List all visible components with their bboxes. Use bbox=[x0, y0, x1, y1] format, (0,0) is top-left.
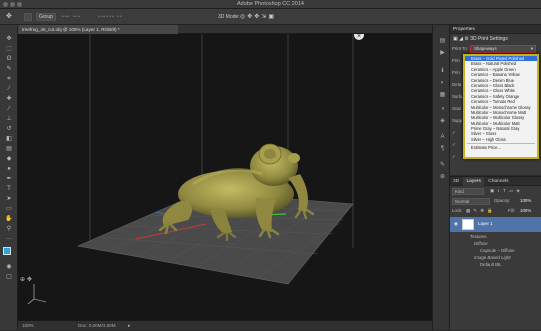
group-select-label: Group bbox=[39, 14, 53, 20]
properties-icon[interactable]: ◐ bbox=[438, 79, 447, 87]
zoom-tool-icon[interactable]: ⚲ bbox=[4, 225, 14, 234]
opacity-label: Opacity: bbox=[494, 198, 511, 203]
tools-panel: ✥ ⬚ ʘ ✎ ⌗ ⁄ ✚ ∕ ⊥ ↺ ◧ ▤ ◆ ● ✒ T ➤ ▭ ✋ ⚲ … bbox=[0, 25, 18, 330]
fill-value[interactable]: 100% bbox=[520, 208, 531, 214]
eraser-tool-icon[interactable]: ◧ bbox=[4, 135, 14, 144]
document-tab-label: treefrog_45_cut.obj @ 100% (Layer 1, RGB… bbox=[22, 27, 120, 32]
blend-mode-value: Normal bbox=[455, 199, 470, 204]
3d-panel-icons[interactable]: ▣ ◢ ⚙ bbox=[453, 36, 470, 42]
brush-tool-icon[interactable]: ∕ bbox=[4, 105, 14, 114]
material-option[interactable]: Silver – High Gloss bbox=[465, 137, 537, 142]
layer-thumbnail bbox=[462, 219, 474, 230]
chevron-down-icon: ▾ bbox=[530, 46, 533, 51]
print-to-value: Shapeways bbox=[474, 46, 497, 51]
foreground-color-swatch[interactable] bbox=[3, 247, 11, 255]
marquee-tool-icon[interactable]: ⬚ bbox=[4, 45, 14, 54]
distribute-icons[interactable]: ▫▫▫▫▫▫ ▫▫ bbox=[98, 12, 123, 22]
3d-axis-widget[interactable] bbox=[27, 284, 47, 305]
dropdown-divider bbox=[467, 143, 535, 145]
3d-mode-tools[interactable]: ◎✥✥⇲▣ bbox=[240, 12, 276, 22]
textures-item: Textures bbox=[470, 234, 487, 239]
layer-filter-select[interactable]: Kind bbox=[452, 188, 484, 195]
brushes-icon[interactable]: ✎ bbox=[438, 161, 447, 169]
pen-tool-icon[interactable]: ✒ bbox=[4, 175, 14, 184]
layers-tab-bar: 3D Layers Channels bbox=[450, 177, 541, 186]
3d-camera-tools-icon: ⊕ ✥ bbox=[20, 276, 32, 283]
print-to-select[interactable]: Shapeways ▾ bbox=[470, 45, 536, 53]
status-bar: 100% Doc: 0.00M/4.00M ▸ bbox=[18, 320, 432, 330]
path-select-tool-icon[interactable]: ➤ bbox=[4, 195, 14, 204]
adjustments-icon[interactable]: ◑ bbox=[438, 105, 447, 113]
material-dropdown[interactable]: Brass – Gold Plated Polished Brass – Nat… bbox=[463, 54, 539, 159]
eyedropper-tool-icon[interactable]: ⁄ bbox=[4, 85, 14, 94]
styles-icon[interactable]: ◈ bbox=[438, 117, 447, 125]
align-icons[interactable]: ▫▫▫ ▫▫▫ bbox=[62, 12, 81, 22]
layer-filter-label: Kind bbox=[455, 189, 464, 194]
lock-icons[interactable]: ▦ ✎ ✥ 🔒 bbox=[466, 208, 494, 214]
actions-icon[interactable]: ▶ bbox=[438, 49, 447, 57]
more-tools-icon[interactable]: ··· bbox=[4, 235, 14, 244]
capsule-diffuse-item[interactable]: Capsule – Diffuse bbox=[480, 248, 515, 254]
move-tool-icon[interactable]: ✥ bbox=[4, 35, 14, 44]
app-title: Adobe Photoshop CC 2014 bbox=[237, 1, 304, 7]
tab-channels[interactable]: Channels bbox=[485, 177, 511, 186]
info-icon[interactable]: ℹ bbox=[438, 67, 447, 75]
clone-stamp-tool-icon[interactable]: ⊥ bbox=[4, 115, 14, 124]
estimate-price-option[interactable]: Estimate Price... bbox=[465, 145, 537, 150]
blend-mode-select[interactable]: Normal bbox=[452, 198, 490, 205]
layer-name[interactable]: Layer 1 bbox=[478, 221, 493, 227]
tab-3d[interactable]: 3D bbox=[450, 177, 462, 186]
print-to-label: Print To: bbox=[452, 46, 469, 51]
3d-mode-label: 3D Mode: bbox=[218, 14, 240, 20]
lock-label: Lock: bbox=[452, 208, 463, 213]
blur-tool-icon[interactable]: ◆ bbox=[4, 155, 14, 164]
properties-title: Properties bbox=[453, 27, 475, 32]
image-based-light-item: Image Based Light bbox=[474, 255, 511, 260]
paragraph-icon[interactable]: ¶ bbox=[438, 145, 447, 153]
print-settings-row: ▣ ◢ ⚙ 3D Print Settings bbox=[453, 36, 508, 42]
history-brush-tool-icon[interactable]: ↺ bbox=[4, 125, 14, 134]
title-bar: Adobe Photoshop CC 2014 bbox=[0, 0, 541, 9]
options-bar: ✥ Group ▫▫▫ ▫▫▫ ▫▫▫▫▫▫ ▫▫ 3D Mode: ◎✥✥⇲▣ bbox=[0, 9, 541, 25]
print-settings-title: 3D Print Settings bbox=[470, 36, 508, 42]
default-ibl-item[interactable]: Default IBL bbox=[480, 262, 502, 268]
diffuse-item: Diffuse bbox=[474, 241, 488, 246]
layers-panel: 3D Layers Channels Kind ▣ ◐ T ▭ ◈ Normal… bbox=[450, 176, 541, 330]
history-icon[interactable]: ▤ bbox=[438, 37, 447, 45]
gradient-tool-icon[interactable]: ▤ bbox=[4, 145, 14, 154]
document-tab[interactable]: treefrog_45_cut.obj @ 100% (Layer 1, RGB… bbox=[18, 25, 178, 34]
screen-mode-icon[interactable]: ▢ bbox=[4, 273, 14, 282]
character-icon[interactable]: A bbox=[438, 133, 447, 141]
hand-tool-icon[interactable]: ✋ bbox=[4, 215, 14, 224]
lasso-tool-icon[interactable]: ʘ bbox=[4, 55, 14, 64]
move-tool-icon[interactable]: ✥ bbox=[6, 12, 12, 22]
visibility-eye-icon[interactable]: ◉ bbox=[454, 221, 458, 227]
properties-header: Properties bbox=[450, 25, 541, 34]
layer-row[interactable]: ◉ Layer 1 bbox=[450, 217, 541, 232]
shape-tool-icon[interactable]: ▭ bbox=[4, 205, 14, 214]
3d-scene: × ⊕ ✥ bbox=[20, 34, 364, 305]
quick-mask-icon[interactable]: ◉ bbox=[4, 263, 14, 272]
crop-tool-icon[interactable]: ⌗ bbox=[4, 75, 14, 84]
swatches-icon[interactable]: ▦ bbox=[438, 91, 447, 99]
dodge-tool-icon[interactable]: ● bbox=[4, 165, 14, 174]
tab-layers[interactable]: Layers bbox=[463, 177, 484, 186]
document-tab-bar: treefrog_45_cut.obj @ 100% (Layer 1, RGB… bbox=[18, 25, 432, 34]
canvas-3d-viewport[interactable]: × ⊕ ✥ bbox=[18, 34, 432, 320]
fill-label: Fill: bbox=[508, 208, 515, 213]
panel-icon-strip: ▤ ▶ ℹ ◐ ▦ ◑ ◈ A ¶ ✎ ⊕ bbox=[432, 25, 450, 330]
healing-brush-tool-icon[interactable]: ✚ bbox=[4, 95, 14, 104]
auto-select-checkbox[interactable] bbox=[24, 13, 32, 21]
svg-text:×: × bbox=[357, 34, 362, 40]
type-tool-icon[interactable]: T bbox=[4, 185, 14, 194]
quick-select-tool-icon[interactable]: ✎ bbox=[4, 65, 14, 74]
layer-filter-icons[interactable]: ▣ ◐ T ▭ ◈ bbox=[490, 188, 521, 194]
opacity-value[interactable]: 100% bbox=[520, 198, 531, 204]
clone-source-icon[interactable]: ⊕ bbox=[438, 173, 447, 181]
